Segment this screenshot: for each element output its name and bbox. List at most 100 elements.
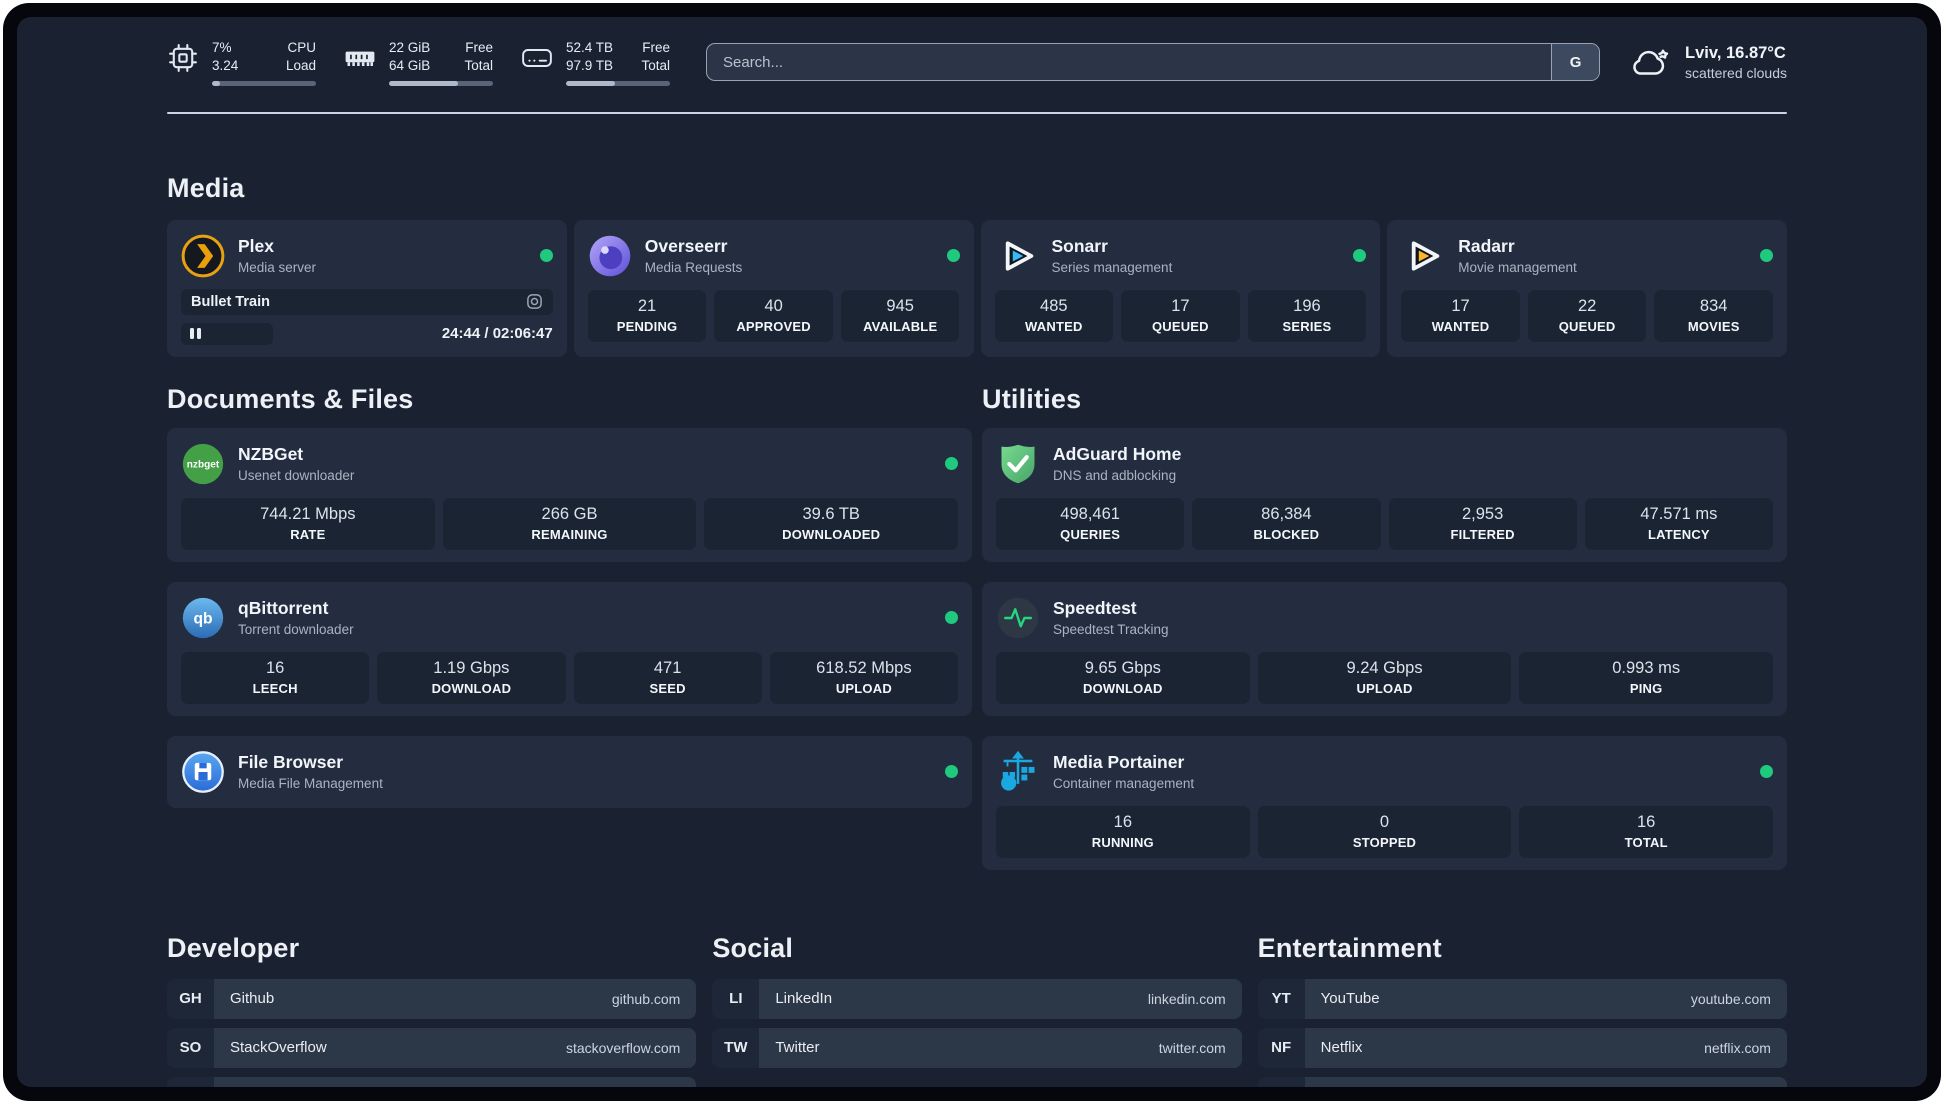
- search-input[interactable]: [707, 44, 1552, 81]
- stat-tile: 16 TOTAL: [1519, 805, 1774, 858]
- plex-title: Plex: [238, 236, 274, 257]
- dashboard: 7% 3.24 CPU Load 22 GiB 64 GiB Free Tota…: [17, 17, 1927, 1087]
- card-portainer[interactable]: Media Portainer Container management 16 …: [982, 735, 1787, 870]
- stat-tile: 0 STOPPED: [1257, 805, 1512, 858]
- card-adguard[interactable]: AdGuard Home DNS and adblocking 498,461 …: [982, 427, 1787, 562]
- portainer-subtitle: Container management: [1053, 776, 1195, 792]
- now-playing-title: Bullet Train: [191, 293, 270, 310]
- section-heading-developer: Developer: [167, 932, 300, 963]
- stat-tile: 498,461 QUERIES: [996, 497, 1185, 550]
- section-heading-media: Media: [167, 172, 245, 203]
- bookmark-reddit[interactable]: RE Reddit reddit.com: [1257, 1076, 1787, 1087]
- filebrowser-title: File Browser: [238, 752, 344, 773]
- filebrowser-icon: [181, 750, 225, 794]
- card-qbittorrent[interactable]: qb qBittorrent Torrent downloader 16 LEE…: [167, 581, 972, 716]
- qbittorrent-subtitle: Torrent downloader: [238, 622, 354, 638]
- stat-tile: 47.571 ms LATENCY: [1584, 497, 1773, 550]
- radarr-title: Radarr: [1458, 236, 1515, 257]
- sonarr-status-dot: [1353, 249, 1367, 263]
- nzbget-icon: nzbget: [181, 442, 225, 486]
- cpu-load: 3.24: [212, 57, 239, 73]
- weather-condition: scattered clouds: [1685, 64, 1787, 81]
- bookmarks-social: Social LI LinkedIn linkedin.com TW Twitt…: [712, 932, 1242, 1087]
- adguard-icon: [996, 442, 1040, 486]
- speedtest-subtitle: Speedtest Tracking: [1053, 622, 1169, 638]
- memory-free-label: Free: [465, 40, 493, 55]
- card-speedtest[interactable]: Speedtest Speedtest Tracking 9.65 Gbps D…: [982, 581, 1787, 716]
- stat-tile: 0.993 ms PING: [1519, 651, 1774, 704]
- card-overseerr[interactable]: Overseerr Media Requests 21 PENDING 40 A…: [573, 219, 974, 357]
- speedtest-title: Speedtest: [1053, 598, 1137, 619]
- bookmark-linkedin[interactable]: LI LinkedIn linkedin.com: [712, 978, 1242, 1019]
- search-engine-button[interactable]: G: [1551, 44, 1600, 81]
- bookmark-stackoverflow[interactable]: SO StackOverflow stackoverflow.com: [167, 1027, 697, 1068]
- pause-icon: [190, 328, 194, 340]
- stat-tile: 21 PENDING: [587, 289, 707, 342]
- documents-column: Documents & Files nzbget NZBGet Usenet d…: [167, 383, 972, 870]
- stat-tile: 22 QUEUED: [1527, 289, 1647, 342]
- stat-tile: 1.19 Gbps DOWNLOAD: [377, 651, 566, 704]
- filebrowser-status-dot: [945, 765, 958, 779]
- sonarr-subtitle: Series management: [1051, 260, 1173, 276]
- stat-tile: 9.65 Gbps DOWNLOAD: [996, 651, 1250, 704]
- window-frame: 7% 3.24 CPU Load 22 GiB 64 GiB Free Tota…: [3, 3, 1941, 1101]
- bookmark-dev[interactable]: DT DEV dev.to: [167, 1076, 697, 1087]
- stat-tile: 39.6 TB DOWNLOADED: [704, 497, 959, 550]
- overseerr-status-dot: [946, 249, 960, 263]
- memory-stat: 22 GiB 64 GiB Free Total: [344, 39, 493, 86]
- adguard-title: AdGuard Home: [1053, 444, 1182, 465]
- disk-progress-track: [566, 80, 670, 86]
- bookmark-github[interactable]: GH Github github.com: [167, 978, 697, 1019]
- bookmark-youtube[interactable]: YT YouTube youtube.com: [1257, 978, 1787, 1019]
- disk-total: 97.9 TB: [566, 57, 614, 73]
- bookmark-twitter[interactable]: TW Twitter twitter.com: [712, 1027, 1242, 1068]
- bookmark-netflix[interactable]: NF Netflix netflix.com: [1257, 1027, 1787, 1068]
- svg-text:qb: qb: [193, 610, 212, 627]
- adguard-subtitle: DNS and adblocking: [1053, 468, 1177, 484]
- session-icon: [526, 294, 542, 309]
- plex-now-playing: Bullet Train: [181, 288, 553, 315]
- utilities-column: Utilities AdGuard Home DNS and adblockin…: [982, 383, 1787, 870]
- plex-status-dot: [539, 249, 553, 263]
- radarr-icon: [1401, 234, 1445, 278]
- search-bar: G: [706, 43, 1601, 82]
- card-filebrowser[interactable]: File Browser Media File Management: [167, 735, 972, 808]
- disk-total-label: Total: [641, 57, 670, 73]
- stat-tile: 744.21 Mbps RATE: [181, 497, 435, 550]
- qbittorrent-icon: qb: [181, 596, 225, 640]
- cloud-icon: [1633, 49, 1669, 76]
- qbittorrent-status-dot: [945, 611, 958, 625]
- cpu-stat: 7% 3.24 CPU Load: [167, 39, 316, 86]
- disk-free: 52.4 TB: [566, 40, 614, 55]
- qbittorrent-title: qBittorrent: [238, 598, 329, 619]
- overseerr-title: Overseerr: [644, 236, 728, 257]
- svg-text:nzbget: nzbget: [187, 459, 220, 470]
- card-sonarr[interactable]: Sonarr Series management 485 WANTED 17 Q…: [980, 219, 1381, 357]
- card-nzbget[interactable]: nzbget NZBGet Usenet downloader 744.21 M…: [167, 427, 972, 562]
- portainer-status-dot: [1760, 765, 1773, 779]
- overseerr-icon: [588, 234, 632, 278]
- stat-tile: 2,953 FILTERED: [1388, 497, 1577, 550]
- cpu-percent: 7%: [212, 40, 232, 55]
- section-heading-entertainment: Entertainment: [1257, 932, 1442, 963]
- memory-icon: [345, 51, 375, 66]
- radarr-subtitle: Movie management: [1458, 260, 1577, 276]
- disk-progress-fill: [566, 80, 615, 86]
- stat-tile: 86,384 BLOCKED: [1192, 497, 1381, 550]
- stat-tile: 834 MOVIES: [1654, 289, 1773, 342]
- stat-tile: 471 SEED: [573, 651, 762, 704]
- stat-tile: 618.52 Mbps UPLOAD: [769, 651, 958, 704]
- stat-tile: 17 WANTED: [1401, 289, 1520, 342]
- plex-subtitle: Media server: [238, 260, 317, 276]
- stat-tile: 945 AVAILABLE: [840, 289, 960, 342]
- nzbget-status-dot: [945, 457, 958, 471]
- disk-icon: [522, 49, 552, 67]
- overseerr-subtitle: Media Requests: [644, 260, 743, 276]
- radarr-status-dot: [1760, 249, 1773, 263]
- speedtest-icon: [996, 596, 1040, 640]
- section-heading-social: Social: [712, 932, 794, 963]
- card-radarr[interactable]: Radarr Movie management 17 WANTED 22 QUE…: [1387, 219, 1787, 357]
- card-plex[interactable]: Plex Media server Bullet Train 24:44 / 0: [167, 219, 567, 357]
- plex-icon: [181, 234, 225, 278]
- cpu-label: CPU: [287, 40, 316, 55]
